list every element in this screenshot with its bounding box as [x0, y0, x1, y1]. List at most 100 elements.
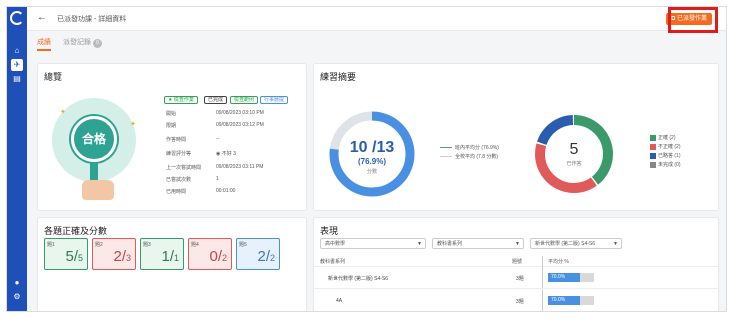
caret-down-icon: ▼	[613, 241, 618, 247]
tab-assign-record-label: 派發記錄	[63, 39, 91, 46]
row-count: 3題	[516, 299, 524, 305]
question-label: 題4	[191, 242, 199, 248]
app-window: ⌂ ✈ ▤ ● ⚙ ← 已派發功課 - 詳細資料 ⧉ 已派發作業 成績 派發記錄…	[6, 6, 727, 312]
question-score-box[interactable]: 題4 0/2	[188, 238, 232, 270]
question-score: 0	[209, 248, 218, 265]
completed-badge: 已完成	[204, 96, 228, 104]
hand-illustration	[82, 180, 114, 200]
performance-card: 表現 高中數學 ▼ 教科書系列 ▼ 新世代數學 (第二版) S4-S6 ▼ 教科書系列…	[313, 217, 719, 311]
question-score-box[interactable]: 題2 2/3	[92, 238, 136, 270]
gauge-percent: (76.9%)	[358, 157, 386, 166]
average-bar-fill: 70.0%	[548, 273, 581, 282]
info-label: 已嘗試次數	[166, 177, 192, 183]
check-sample-badge[interactable]: 檢查範例	[230, 96, 259, 104]
average-bar-fill: 70.0%	[548, 296, 581, 305]
info-label: 上一次嘗試時間	[166, 165, 202, 171]
dropdown-value: 新世代數學 (第二版) S4-S6	[535, 241, 596, 247]
score-legend: 班內平均分 (76.9%) 全校平均 (7.8 分數)	[440, 144, 499, 160]
app-logo-icon[interactable]	[10, 11, 24, 25]
sidebar: ⌂ ✈ ▤ ● ⚙	[7, 7, 27, 311]
legend-label: 未完成 (0)	[658, 162, 681, 168]
info-label: 已用時間	[166, 189, 187, 195]
row-series: 4A	[336, 298, 343, 304]
info-value: 09/08/2023 03:10 PM	[216, 110, 264, 116]
legend-swatch	[650, 152, 656, 159]
topbar: ← 已派發功課 - 詳細資料 ⧉ 已派發作業	[27, 7, 726, 33]
user-icon[interactable]: ●	[11, 277, 23, 289]
dropdown-value: 教科書系列	[437, 241, 463, 247]
performance-title: 表現	[320, 226, 339, 236]
question-total: 1	[173, 253, 179, 263]
settings-icon[interactable]: ⚙	[11, 291, 23, 303]
home-icon[interactable]: ⌂	[11, 45, 23, 57]
caret-down-icon: ▼	[515, 241, 520, 247]
legend-swatch	[650, 143, 656, 150]
donut-count: 5	[570, 141, 579, 158]
donut-caption: 已作答	[566, 160, 581, 167]
info-value: 09/08/2023 03:12 PM	[216, 122, 264, 128]
question-score: 1	[161, 248, 170, 265]
legend-swatch	[650, 134, 656, 141]
book-icon[interactable]: ▤	[11, 73, 23, 85]
question-total: 2	[269, 253, 275, 263]
breadcrumb: 已派發功課 - 詳細資料	[57, 16, 127, 23]
average-bar: 70.0%	[548, 296, 594, 305]
column-header-series: 教科書系列	[320, 259, 346, 265]
info-value: --	[216, 136, 220, 142]
info-label: 開始	[166, 111, 177, 117]
question-score-box[interactable]: 題1 5/5	[44, 238, 88, 270]
dropdown-value: 高中數學	[325, 241, 346, 247]
row-divider	[314, 288, 718, 289]
gauge-unit: 分數	[367, 168, 377, 175]
back-arrow-icon[interactable]: ←	[37, 12, 47, 23]
tab-scores-label: 成績	[37, 39, 51, 46]
tab-scores[interactable]: 成績	[37, 37, 51, 47]
question-score-box[interactable]: 題5 2/2	[236, 238, 280, 270]
legend-line	[440, 156, 452, 158]
tab-badge: 0	[93, 39, 102, 48]
column-header-count: 題號	[512, 259, 523, 265]
check-homework-badge[interactable]: ★ 檢查作業	[164, 96, 198, 104]
question-label: 題5	[239, 242, 247, 248]
calendar-badge[interactable]: 行事曆提	[260, 96, 289, 104]
question-label: 題1	[47, 242, 55, 248]
question-score-box[interactable]: 題3 1/1	[140, 238, 184, 270]
info-value: ◉ 不好 3	[216, 151, 236, 157]
info-value: 1	[216, 176, 219, 182]
question-label: 題2	[95, 242, 103, 248]
legend-label: 全校平均 (7.8 分數)	[455, 154, 499, 160]
question-scores-card: 各題正確及分數 題1 5/5 題2 2/3 題3 1/1 題4 0/2 題5 2…	[37, 217, 307, 311]
highlight-box	[668, 7, 718, 33]
question-label: 題3	[143, 242, 151, 248]
legend-swatch	[650, 161, 656, 168]
overview-card: 總覽 ✦ ✦ 合格 ★ 檢查作業 已完成 檢查範例 行事曆提 開始 09/08/…	[37, 63, 307, 211]
row-series: 新世代數學 (第二版) S4-S6	[328, 276, 389, 282]
star-icon: ✦	[60, 109, 66, 116]
question-score: 5	[65, 248, 74, 265]
row-divider	[314, 266, 718, 267]
column-header-average: 平均分 %	[548, 259, 569, 265]
pass-result-badge: 合格	[71, 116, 117, 162]
scores-title: 各題正確及分數	[44, 226, 108, 236]
textbook-dropdown[interactable]: 新世代數學 (第二版) S4-S6 ▼	[530, 238, 622, 249]
star-icon: ✦	[130, 121, 136, 128]
info-value: 09/08/2023 03:11 PM	[216, 164, 264, 170]
tab-active-indicator	[37, 49, 51, 51]
practice-summary-card: 練習摘要 10 /13 (76.9%) 分數 5 已作答 班內平均分 (76.9…	[313, 63, 719, 211]
question-total: 3	[125, 253, 131, 263]
legend-line	[440, 147, 452, 149]
tab-assign-record[interactable]: 派發記錄 0	[63, 37, 102, 48]
legend-label: 班內平均分 (76.9%)	[455, 145, 499, 151]
legend-label: 已略答 (1)	[658, 153, 681, 159]
caret-down-icon: ▼	[417, 241, 422, 247]
subject-dropdown[interactable]: 高中數學 ▼	[320, 238, 426, 249]
assignment-icon[interactable]: ✈	[11, 59, 23, 71]
question-total: 5	[77, 253, 83, 263]
textbook-series-dropdown[interactable]: 教科書系列 ▼	[432, 238, 524, 249]
question-score: 2	[113, 248, 122, 265]
info-value: 00:01:00	[216, 188, 236, 194]
row-count: 3題	[516, 276, 524, 282]
legend-label: 正確 (2)	[658, 135, 676, 141]
info-label: 限期	[166, 123, 177, 129]
overview-title: 總覽	[44, 72, 63, 82]
